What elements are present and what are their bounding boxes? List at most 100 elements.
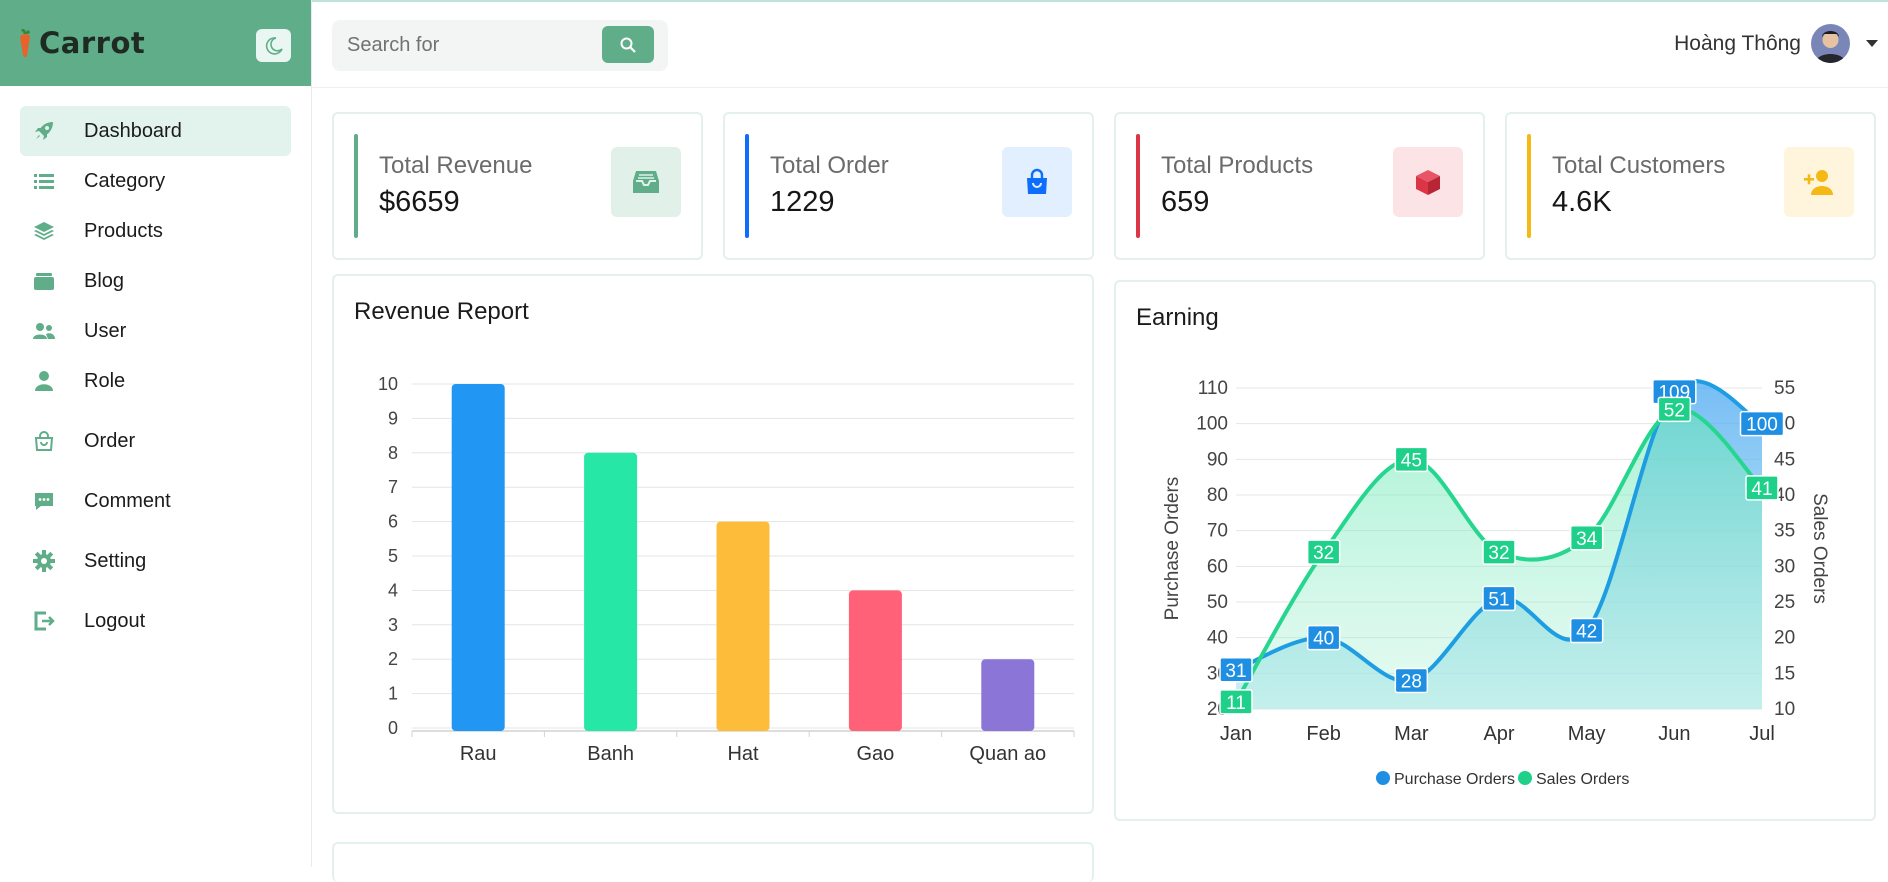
- users-icon: [30, 317, 58, 345]
- x-tick-label: Quan ao: [969, 743, 1046, 765]
- bar: [981, 659, 1035, 731]
- y-right-tick-label: 25: [1774, 592, 1795, 613]
- stat-card-order: Total Order 1229: [723, 112, 1094, 260]
- y-tick-label: 5: [388, 546, 398, 566]
- earning-area-chart: 2030405060708090100110101520253035404550…: [1162, 378, 1830, 788]
- top-bar: Hoàng Thông: [312, 0, 1888, 88]
- sidebar-item-user[interactable]: User: [20, 306, 291, 356]
- y-left-tick-label: 60: [1207, 556, 1228, 577]
- x-tick-label: May: [1568, 723, 1606, 745]
- y-tick-label: 10: [378, 374, 398, 394]
- y-left-tick-label: 80: [1207, 485, 1228, 506]
- y-left-tick-label: 90: [1207, 449, 1228, 470]
- search-input[interactable]: [332, 34, 592, 57]
- purchase-orders-data-label: 28: [1401, 671, 1422, 692]
- x-tick-label: Feb: [1306, 723, 1340, 745]
- x-tick-label: Hat: [727, 743, 759, 765]
- sidebar-item-setting[interactable]: Setting: [20, 536, 291, 586]
- x-tick-label: Apr: [1483, 723, 1514, 745]
- y-tick-label: 2: [388, 649, 398, 669]
- x-tick-label: Jul: [1749, 723, 1775, 745]
- sales-orders-data-label: 11: [1226, 693, 1246, 714]
- y-left-tick-label: 100: [1196, 414, 1228, 435]
- logout-icon: [30, 607, 58, 635]
- stat-value: 659: [1161, 186, 1210, 218]
- sidebar-item-comment[interactable]: Comment: [20, 476, 291, 526]
- search-icon: [620, 37, 636, 53]
- stat-accent-bar: [354, 134, 358, 238]
- sidebar-item-logout[interactable]: Logout: [20, 596, 291, 646]
- chevron-down-icon: [1866, 40, 1878, 47]
- sales-orders-data-label: 32: [1313, 543, 1334, 564]
- y-tick-label: 9: [388, 408, 398, 428]
- earning-card: Earning 20 30 40 50 60 70 80 90 100 110 10 15 20 25 30…: [1114, 280, 1876, 821]
- list-icon: [30, 167, 58, 195]
- stat-label: Total Order: [770, 152, 889, 179]
- purchase-orders-data-label: 51: [1488, 589, 1509, 610]
- y-tick-label: 8: [388, 443, 398, 463]
- y-right-tick-label: 10: [1774, 699, 1795, 720]
- stat-card-revenue: Total Revenue $6659: [332, 112, 703, 260]
- purchase-orders-data-label: 31: [1225, 661, 1246, 682]
- bar: [584, 452, 638, 731]
- carrot-icon: [20, 28, 30, 58]
- stat-card-products: Total Products 659: [1114, 112, 1485, 260]
- y-right-tick-label: 20: [1774, 628, 1795, 649]
- y-tick-label: 4: [388, 580, 398, 600]
- stat-value: 4.6K: [1552, 186, 1612, 218]
- user-plus-icon: [1784, 147, 1854, 217]
- theme-toggle-button[interactable]: [256, 29, 291, 62]
- y-tick-label: 3: [388, 615, 398, 635]
- stat-accent-bar: [1136, 134, 1140, 238]
- purchase-orders-data-label: 42: [1576, 622, 1597, 643]
- y-left-tick-label: 40: [1207, 628, 1228, 649]
- y-tick-label: 1: [388, 684, 398, 704]
- sidebar-item-blog[interactable]: Blog: [20, 256, 291, 306]
- stat-card-customers: Total Customers 4.6K: [1505, 112, 1876, 260]
- x-tick-label: Jan: [1220, 723, 1252, 745]
- folder-icon: [30, 267, 58, 295]
- sidebar-item-label: Products: [84, 219, 163, 242]
- bar: [451, 384, 505, 731]
- stat-label: Total Revenue: [379, 152, 533, 179]
- sidebar-item-label: Blog: [84, 269, 125, 292]
- sales-orders-data-label: 45: [1401, 450, 1422, 471]
- purchase-orders-data-label: 100: [1746, 415, 1778, 436]
- sidebar-item-role[interactable]: Role: [20, 356, 291, 406]
- x-tick-label: Rau: [460, 743, 497, 765]
- stat-label: Total Customers: [1552, 152, 1726, 179]
- bottom-card: [332, 842, 1094, 882]
- sidebar-item-category[interactable]: Category: [20, 156, 291, 206]
- sidebar-item-label: Dashboard: [84, 119, 182, 142]
- sidebar-nav: Dashboard Category Products Blog User Ro…: [0, 86, 311, 646]
- sidebar-item-label: Setting: [84, 549, 147, 572]
- user-menu[interactable]: Hoàng Thông: [1674, 24, 1878, 63]
- y-right-axis-label: Sales Orders: [1809, 493, 1830, 604]
- y-left-axis-label: Purchase Orders: [1162, 477, 1183, 621]
- y-right-tick-label: 15: [1774, 663, 1795, 684]
- sidebar-item-label: Role: [84, 369, 126, 392]
- stat-label: Total Products: [1161, 152, 1314, 179]
- bar: [716, 521, 770, 731]
- y-right-tick-label: 30: [1774, 556, 1795, 577]
- sidebar-item-products[interactable]: Products: [20, 206, 291, 256]
- search-button[interactable]: [602, 26, 654, 63]
- y-tick-label: 7: [388, 477, 398, 497]
- shopping-bag-icon: [1002, 147, 1072, 217]
- bar: [848, 590, 902, 731]
- sidebar-item-label: Comment: [84, 489, 171, 512]
- sales-orders-data-label: 52: [1664, 400, 1685, 421]
- search-box: [332, 20, 668, 71]
- stat-value: $6659: [379, 186, 460, 218]
- y-left-tick-label: 50: [1207, 592, 1228, 613]
- avatar: [1811, 24, 1850, 63]
- legend-label: Purchase Orders: [1394, 771, 1515, 788]
- rocket-icon: [30, 117, 58, 145]
- sidebar-item-order[interactable]: Order: [20, 416, 291, 466]
- revenue-bar-chart: 0 1 2 3 4 5 6 7 8 9 10 Rau Banh Hat Gao Quan ao: [378, 374, 1075, 765]
- sidebar-item-dashboard[interactable]: Dashboard: [20, 106, 291, 156]
- legend-marker: [1518, 771, 1532, 785]
- revenue-report-card: Revenue Report 0 1 2 3 4 5 6 7 8 9 10 Rau Banh Hat Gao…: [332, 274, 1094, 814]
- x-tick-label: Mar: [1394, 723, 1429, 745]
- y-left-tick-label: 70: [1207, 521, 1228, 542]
